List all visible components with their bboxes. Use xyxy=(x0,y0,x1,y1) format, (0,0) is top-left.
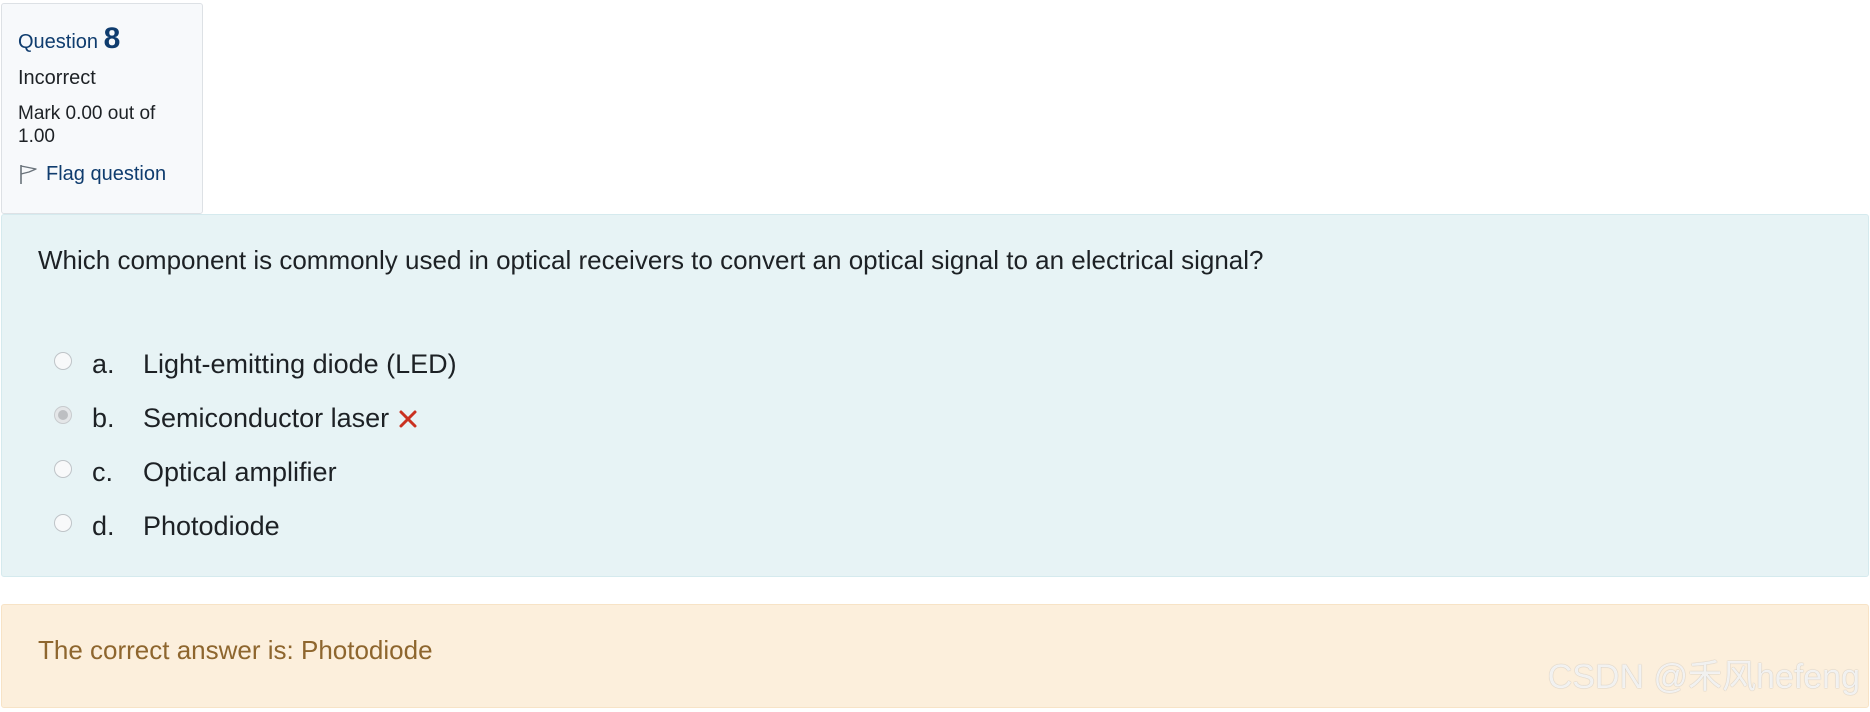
option-letter: d. xyxy=(92,510,115,541)
question-text: Which component is commonly used in opti… xyxy=(38,245,1264,275)
radio-button-selected[interactable] xyxy=(54,406,72,424)
option-letter: c. xyxy=(92,456,114,487)
correct-answer-text: The correct answer is: Photodiode xyxy=(38,635,433,665)
option-letter: b. xyxy=(92,402,115,433)
flag-question-link[interactable]: Flag question xyxy=(18,160,188,188)
option-letter: a. xyxy=(92,348,115,379)
radio-button[interactable] xyxy=(54,352,72,370)
question-number: 8 xyxy=(103,22,121,55)
question-number-heading: Question 8 xyxy=(18,22,188,56)
flag-question-label: Flag question xyxy=(46,163,167,185)
question-state: Incorrect xyxy=(18,67,96,89)
option-label: Optical amplifier xyxy=(143,456,337,487)
question-label: Question xyxy=(18,31,99,53)
question-info-panel: Question 8 Incorrect Mark 0.00 out of 1.… xyxy=(1,3,203,214)
flag-outline-icon xyxy=(20,165,37,184)
incorrect-x-icon xyxy=(397,408,419,430)
answer-option-a[interactable]: a. Light-emitting diode (LED) xyxy=(54,337,457,391)
answer-option-d[interactable]: d. Photodiode xyxy=(54,499,457,553)
question-page: Question 8 Incorrect Mark 0.00 out of 1.… xyxy=(0,0,1870,712)
answer-option-c[interactable]: c. Optical amplifier xyxy=(54,445,457,499)
option-label: Semiconductor laser xyxy=(143,402,390,433)
option-label: Light-emitting diode (LED) xyxy=(143,348,457,379)
feedback-panel: The correct answer is: Photodiode CSDN @… xyxy=(1,604,1869,708)
option-label: Photodiode xyxy=(143,510,280,541)
radio-button[interactable] xyxy=(54,514,72,532)
answer-options: a. Light-emitting diode (LED) b. Semicon… xyxy=(54,337,457,553)
radio-button[interactable] xyxy=(54,460,72,478)
question-formulation: Which component is commonly used in opti… xyxy=(1,214,1869,577)
answer-option-b[interactable]: b. Semiconductor laser xyxy=(54,391,457,445)
question-grade: Mark 0.00 out of 1.00 xyxy=(18,103,156,147)
watermark: CSDN @禾风hefeng xyxy=(1547,658,1860,696)
